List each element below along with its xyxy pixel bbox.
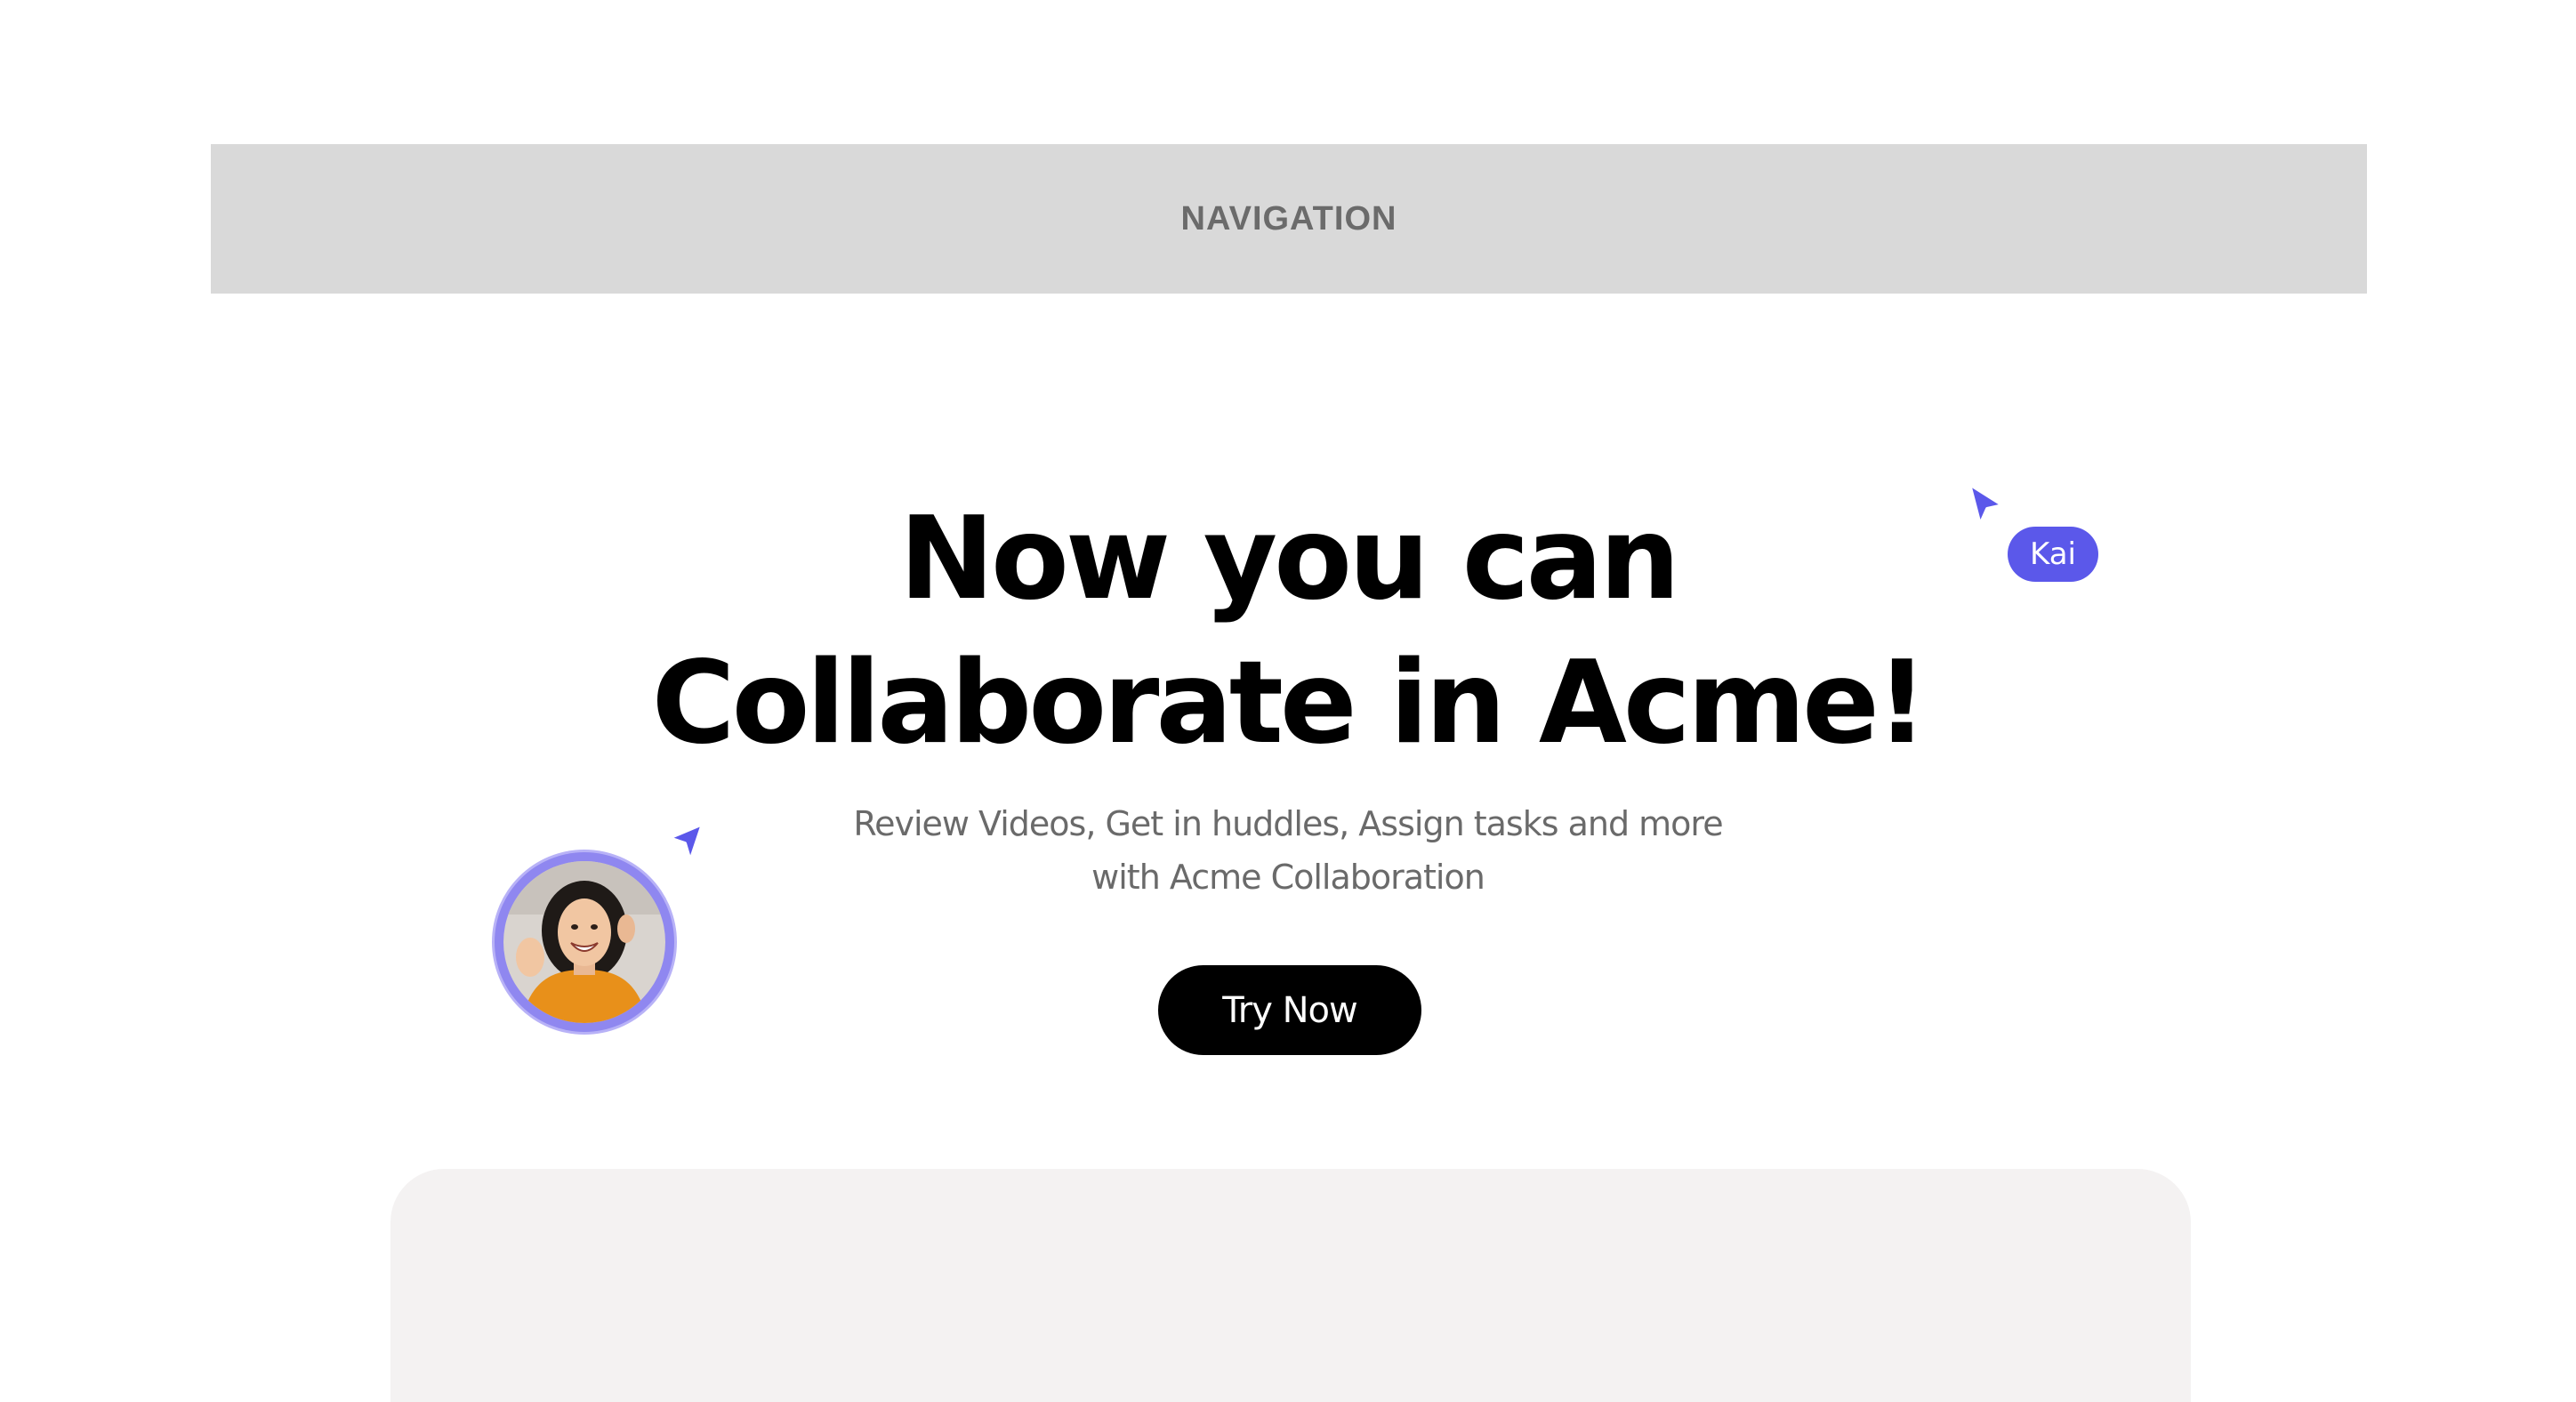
kai-cursor-icon [1968, 482, 2005, 527]
collaborator-avatar [495, 852, 674, 1032]
hero-subtitle-line-1: Review Videos, Get in huddles, Assign ta… [853, 804, 1723, 843]
navigation-bar: NAVIGATION [211, 144, 2367, 294]
preview-panel [390, 1169, 2191, 1402]
hero-title-line-2: Collaborate in Acme! [651, 637, 1928, 769]
try-now-button[interactable]: Try Now [1158, 965, 1421, 1055]
hero-title: Now you can Collaborate in Acme! [576, 487, 2000, 776]
avatar-portrait-icon [503, 861, 665, 1023]
avatar-cursor-icon [667, 822, 704, 863]
navigation-label: NAVIGATION [1180, 199, 1397, 238]
try-now-label: Try Now [1222, 989, 1357, 1031]
hero-subtitle-line-2: with Acme Collaboration [1091, 858, 1485, 897]
kai-name-label: Kai [2030, 536, 2076, 572]
kai-name-badge: Kai [2008, 527, 2098, 582]
hero-subtitle: Review Videos, Get in huddles, Assign ta… [754, 797, 1822, 904]
hero-title-line-1: Now you can [898, 493, 1680, 625]
